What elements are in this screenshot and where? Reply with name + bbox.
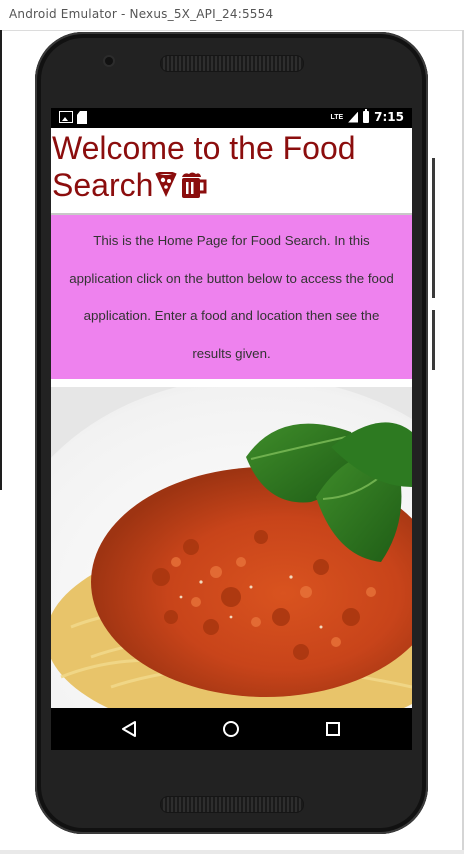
emulator-window-title: Android Emulator - Nexus_5X_API_24:5554 <box>9 7 274 21</box>
bottom-speaker-grille <box>160 796 304 813</box>
beer-mug-icon <box>182 172 207 198</box>
device-screen: LTE 7:15 Welcome to the Food Search This… <box>51 108 412 750</box>
recents-button[interactable] <box>303 708 363 750</box>
top-speaker-grille <box>160 55 304 72</box>
welcome-heading: Welcome to the Food Search <box>51 128 412 220</box>
recents-icon <box>326 722 340 736</box>
battery-icon <box>363 109 370 123</box>
welcome-title-line1: Welcome to the Food <box>52 130 356 166</box>
back-icon <box>122 721 136 737</box>
status-clock: 7:15 <box>374 110 404 124</box>
volume-button[interactable] <box>432 310 435 370</box>
welcome-title-line2: Search <box>52 166 207 204</box>
power-button[interactable] <box>432 158 435 298</box>
lte-indicator: LTE <box>330 113 344 121</box>
back-button[interactable] <box>99 708 159 750</box>
signal-strength-icon <box>348 111 359 123</box>
gallery-notification-icon <box>59 111 73 123</box>
emulator-bottom-edge <box>0 850 464 854</box>
intro-panel: This is the Home Page for Food Search. I… <box>51 213 412 379</box>
intro-text: This is the Home Page for Food Search. I… <box>69 233 394 361</box>
status-bar: LTE 7:15 <box>51 108 412 128</box>
spaghetti-bolognese-image <box>51 387 412 708</box>
section-divider <box>51 379 412 387</box>
front-camera <box>105 57 113 65</box>
emulator-title-bar: Android Emulator - Nexus_5X_API_24:5554 <box>0 0 464 31</box>
background-window-edge <box>0 30 2 490</box>
pizza-icon <box>155 172 178 197</box>
sd-card-notification-icon <box>77 111 87 124</box>
home-icon <box>223 721 239 737</box>
home-button[interactable] <box>201 708 261 750</box>
welcome-title-search-word: Search <box>52 167 154 203</box>
android-navigation-bar <box>51 708 412 750</box>
